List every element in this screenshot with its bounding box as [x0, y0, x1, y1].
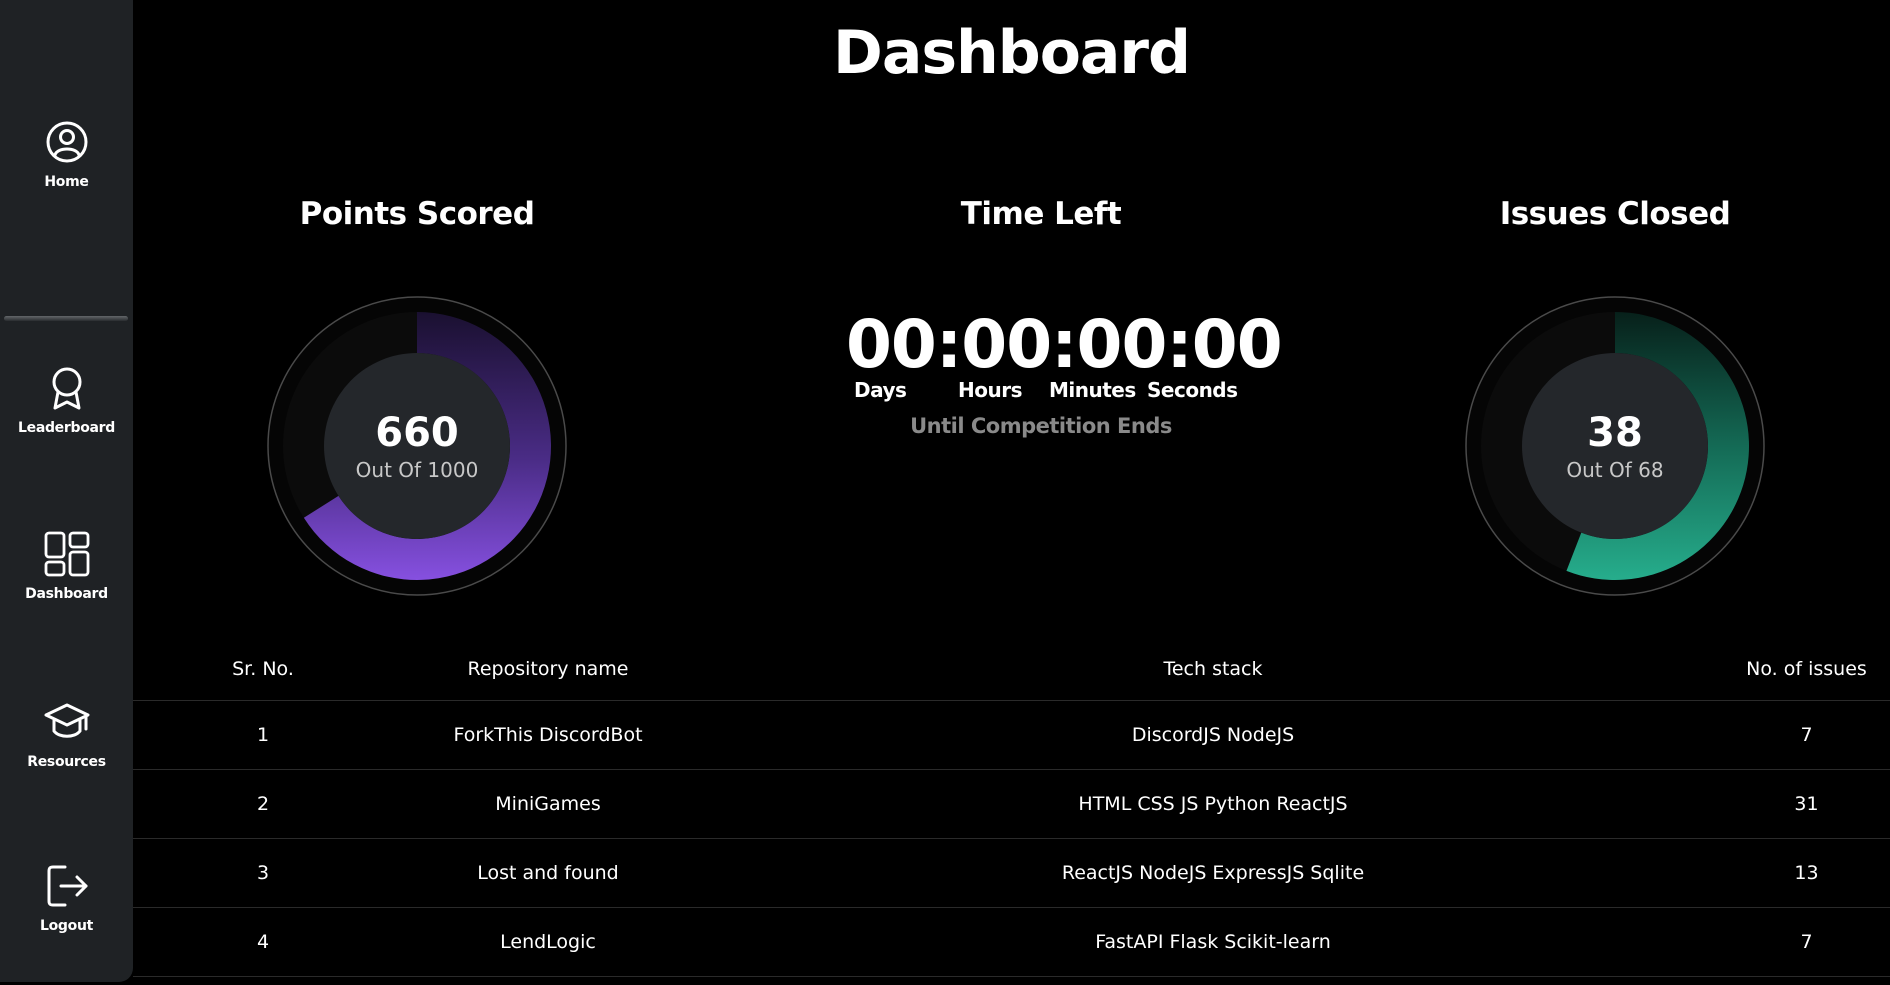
- points-out-of: Out Of 1000: [355, 458, 479, 482]
- cell-tech-stack: HTML CSS JS Python ReactJS: [703, 769, 1723, 839]
- sidebar-item-label: Leaderboard: [18, 420, 115, 436]
- cell-issue-count: 7: [1723, 700, 1890, 770]
- time-left-title: Time Left: [960, 196, 1122, 232]
- cell-repository-name: Lost and found: [393, 838, 703, 908]
- sidebar: Home Leaderboard Dashboard Resources Log…: [0, 0, 133, 982]
- cell-tech-stack: FastAPI Flask Scikit-learn: [703, 907, 1723, 977]
- user-circle-icon: [46, 121, 87, 163]
- timer-separator: :: [1166, 306, 1192, 383]
- page-title: Dashboard: [833, 18, 1191, 88]
- sidebar-item-leaderboard[interactable]: Leaderboard: [0, 364, 133, 436]
- grid-icon: [44, 531, 89, 577]
- column-header-tech-stack: Tech stack: [703, 638, 1723, 701]
- cell-repository-name: MiniGames: [393, 769, 703, 839]
- points-scored-title: Points Scored: [299, 196, 535, 232]
- points-value: 660: [375, 410, 459, 456]
- table-row[interactable]: 3 Lost and found ReactJS NodeJS ExpressJ…: [133, 838, 1890, 908]
- sidebar-item-label: Resources: [27, 754, 106, 770]
- countdown-caption: Until Competition Ends: [910, 414, 1172, 438]
- sidebar-item-label: Logout: [39, 918, 94, 934]
- column-header-sr-no: Sr. No.: [133, 638, 393, 701]
- timer-seconds: 00: [1191, 306, 1283, 383]
- issues-value: 38: [1587, 410, 1643, 456]
- sidebar-item-label: Dashboard: [25, 586, 108, 602]
- logout-icon: [47, 865, 87, 907]
- cell-repository-name: ForkThis DiscordBot: [393, 700, 703, 770]
- column-header-issues: No. of issues: [1723, 638, 1890, 701]
- timer-label-days: Days: [854, 378, 907, 402]
- cell-sr-no: 3: [133, 838, 393, 908]
- table-row[interactable]: 2 MiniGames HTML CSS JS Python ReactJS 3…: [133, 769, 1890, 839]
- repository-table: Sr. No. Repository name Tech stack No. o…: [133, 638, 1890, 977]
- sidebar-item-resources[interactable]: Resources: [0, 698, 133, 770]
- issues-gauge-label: 38 Out Of 68: [1464, 295, 1766, 597]
- sidebar-item-label: Home: [44, 174, 89, 190]
- award-icon: [52, 367, 81, 410]
- cell-repository-name: LendLogic: [393, 907, 703, 977]
- cell-issue-count: 31: [1723, 769, 1890, 839]
- cell-sr-no: 1: [133, 700, 393, 770]
- table-row[interactable]: 4 LendLogic FastAPI Flask Scikit-learn 7: [133, 907, 1890, 977]
- table-header-row: Sr. No. Repository name Tech stack No. o…: [133, 638, 1890, 701]
- cell-sr-no: 4: [133, 907, 393, 977]
- timer-label-hours: Hours: [958, 378, 1022, 402]
- table-row[interactable]: 1 ForkThis DiscordBot DiscordJS NodeJS 7: [133, 700, 1890, 770]
- countdown-timer: 00:00:00:00: [846, 312, 1283, 378]
- timer-separator: :: [935, 306, 962, 383]
- issues-out-of: Out Of 68: [1566, 458, 1664, 482]
- sidebar-divider: [4, 316, 128, 321]
- cell-issue-count: 13: [1723, 838, 1890, 908]
- issues-gauge: 38 Out Of 68: [1464, 295, 1766, 597]
- graduation-cap-icon: [44, 703, 89, 738]
- cell-tech-stack: DiscordJS NodeJS: [703, 700, 1723, 770]
- sidebar-item-home[interactable]: Home: [0, 118, 133, 190]
- timer-minutes: 00: [1076, 306, 1168, 383]
- timer-separator: :: [1051, 306, 1077, 383]
- timer-hours: 00: [961, 306, 1052, 383]
- timer-label-seconds: Seconds: [1147, 378, 1238, 402]
- cell-tech-stack: ReactJS NodeJS ExpressJS Sqlite: [703, 838, 1723, 908]
- issues-closed-title: Issues Closed: [1499, 196, 1731, 232]
- points-gauge: 660 Out Of 1000: [266, 295, 568, 597]
- column-header-repository: Repository name: [393, 638, 703, 701]
- timer-days: 00: [846, 306, 937, 383]
- points-gauge-label: 660 Out Of 1000: [266, 295, 568, 597]
- sidebar-item-logout[interactable]: Logout: [0, 862, 133, 934]
- timer-label-minutes: Minutes: [1049, 378, 1136, 402]
- cell-issue-count: 7: [1723, 907, 1890, 977]
- cell-sr-no: 2: [133, 769, 393, 839]
- sidebar-item-dashboard[interactable]: Dashboard: [0, 530, 133, 602]
